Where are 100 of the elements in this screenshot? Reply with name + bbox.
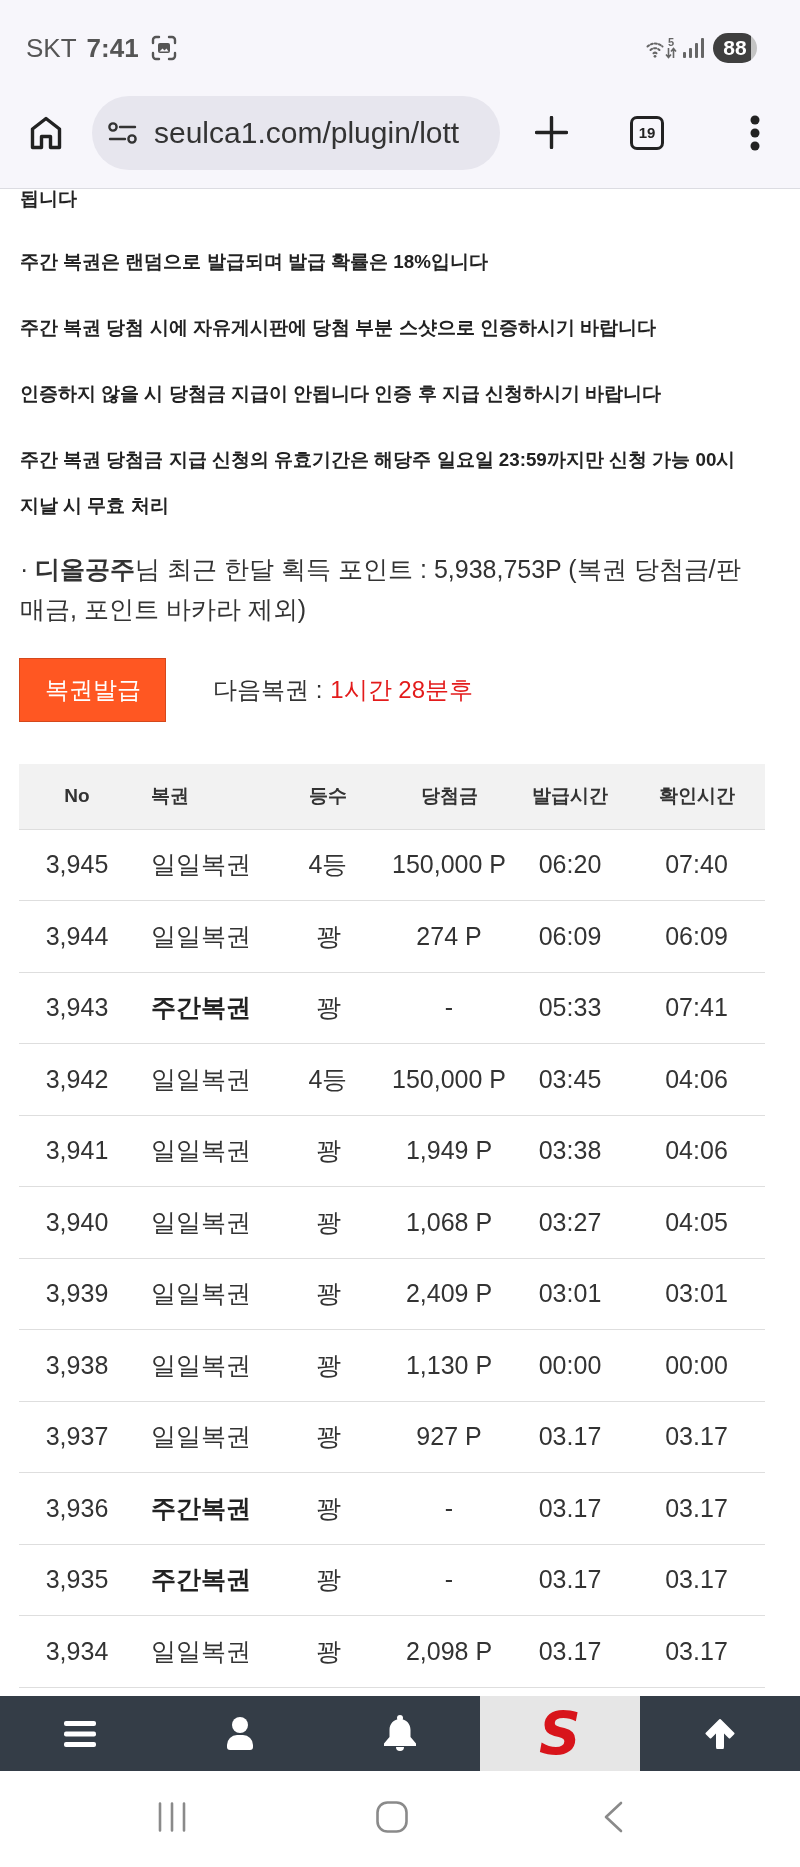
- table-cell: 일일복권: [135, 1258, 270, 1330]
- table-cell: 03:38: [512, 1115, 628, 1187]
- column-header: 당첨금: [386, 764, 512, 829]
- recents-icon[interactable]: [158, 1802, 186, 1832]
- table-cell: 꽝: [270, 1615, 386, 1687]
- next-ticket-label: 다음복권 :: [213, 675, 323, 705]
- table-cell: 150,000 P: [386, 829, 512, 901]
- table-cell: 4등: [270, 829, 386, 901]
- tab-count-button[interactable]: 19: [630, 115, 664, 150]
- table-cell: -: [386, 1472, 512, 1544]
- table-cell: 03.17: [628, 1401, 765, 1473]
- table-cell: 꽝: [270, 1115, 386, 1187]
- table-cell: 3,937: [19, 1401, 135, 1473]
- back-icon[interactable]: [603, 1801, 623, 1833]
- notice-text: 주간 복권 당첨금 지급 신청의 유효기간은 해당주 일요일 23:59까지만 신청 가능 00시 지날 시 무효 처리: [20, 448, 737, 518]
- table-cell: 3,941: [19, 1115, 135, 1187]
- table-cell: 03.17: [512, 1615, 628, 1687]
- table-cell: 꽝: [270, 1544, 386, 1616]
- table-cell: 일일복권: [135, 1115, 270, 1187]
- table-cell: 06:09: [512, 900, 628, 972]
- table-cell: 일일복권: [135, 1401, 270, 1473]
- table-cell: 06:09: [628, 900, 765, 972]
- table-cell: 03:01: [628, 1258, 765, 1330]
- column-header: No: [19, 764, 135, 829]
- table-cell: 03:27: [512, 1186, 628, 1258]
- table-cell: 주간복권: [135, 1544, 270, 1616]
- table-cell: 꽝: [270, 900, 386, 972]
- table-cell: 04:06: [628, 1043, 765, 1115]
- table-cell: 1,068 P: [386, 1186, 512, 1258]
- menu-icon: [64, 1720, 96, 1747]
- more-menu-icon[interactable]: [749, 114, 761, 151]
- table-cell: 꽝: [270, 1472, 386, 1544]
- notifications-button[interactable]: [320, 1696, 480, 1771]
- table-cell: 3,945: [19, 829, 135, 901]
- table-cell: 3,944: [19, 900, 135, 972]
- table-cell: 150,000 P: [386, 1043, 512, 1115]
- address-bar[interactable]: seulca1.com/plugin/lott: [92, 95, 500, 170]
- table-cell: 꽝: [270, 1186, 386, 1258]
- table-cell: 4등: [270, 1043, 386, 1115]
- table-cell: 3,943: [19, 972, 135, 1044]
- table-cell: 3,934: [19, 1615, 135, 1687]
- menu-button[interactable]: [0, 1696, 160, 1771]
- column-header: 복권: [135, 764, 270, 829]
- table-cell: 05:33: [512, 972, 628, 1044]
- table-cell: 06:20: [512, 829, 628, 901]
- table-cell: 03.17: [512, 1472, 628, 1544]
- logo-button[interactable]: S: [480, 1696, 640, 1771]
- table-cell: 꽝: [270, 1329, 386, 1401]
- table-cell: 1,130 P: [386, 1329, 512, 1401]
- table-cell: 3,936: [19, 1472, 135, 1544]
- notice-text: 됩니다: [20, 189, 78, 209]
- table-cell: 927 P: [386, 1401, 512, 1473]
- table-cell: 주간복권: [135, 1472, 270, 1544]
- scroll-top-button[interactable]: [640, 1696, 800, 1771]
- table-cell: 07:41: [628, 972, 765, 1044]
- next-ticket-time: 1시간 28분후: [330, 675, 474, 705]
- table-cell: 일일복권: [135, 829, 270, 901]
- battery-indicator: 88: [713, 32, 757, 63]
- clock-time: 7:41: [86, 34, 139, 61]
- table-cell: 03.17: [628, 1615, 765, 1687]
- table-cell: 일일복권: [135, 1043, 270, 1115]
- up-arrow-icon: [704, 1718, 736, 1749]
- table-cell: -: [386, 972, 512, 1044]
- bell-icon: [383, 1715, 417, 1752]
- carrier-name: SKT: [26, 34, 77, 61]
- table-cell: 일일복권: [135, 1329, 270, 1401]
- network-type-label: 5: [667, 36, 675, 47]
- table-cell: -: [386, 1544, 512, 1616]
- table-cell: 04:06: [628, 1115, 765, 1187]
- plus-icon[interactable]: [535, 116, 568, 149]
- table-cell: 3,938: [19, 1329, 135, 1401]
- table-cell: 00:00: [628, 1329, 765, 1401]
- table-cell: 3,942: [19, 1043, 135, 1115]
- sliders-icon: [108, 121, 137, 144]
- table-cell: 꽝: [270, 972, 386, 1044]
- table-cell: 일일복권: [135, 1186, 270, 1258]
- signal-icon: [683, 37, 704, 58]
- table-cell: 꽝: [270, 1401, 386, 1473]
- table-cell: 3,935: [19, 1544, 135, 1616]
- table-cell: 03:45: [512, 1043, 628, 1115]
- column-header: 확인시간: [628, 764, 765, 829]
- table-cell: 2,409 P: [386, 1258, 512, 1330]
- table-cell: 03.17: [628, 1544, 765, 1616]
- notice-text: 주간 복권은 랜덤으로 발급되며 발급 확률은 18%입니다: [20, 250, 489, 274]
- column-header: 발급시간: [512, 764, 628, 829]
- table-cell: 04:05: [628, 1186, 765, 1258]
- table-cell: 03.17: [628, 1472, 765, 1544]
- table-cell: 3,939: [19, 1258, 135, 1330]
- notice-text: 인증하지 않을 시 당첨금 지급이 안됩니다 인증 후 지급 신청하시기 바랍니다: [20, 382, 663, 406]
- table-cell: 03.17: [512, 1544, 628, 1616]
- table-cell: 274 P: [386, 900, 512, 972]
- table-cell: 03:01: [512, 1258, 628, 1330]
- table-cell: 일일복권: [135, 900, 270, 972]
- screenshot-icon: [150, 34, 177, 61]
- table-cell: 꽝: [270, 1258, 386, 1330]
- home-icon[interactable]: [30, 115, 62, 150]
- table-cell: 3,940: [19, 1186, 135, 1258]
- points-summary: · 디올공주님 최근 한달 획득 포인트 : 5,938,753P (복권 당첨금/판매금, 포인트 바카라 제외): [20, 554, 742, 625]
- column-header: 등수: [270, 764, 386, 829]
- table-cell: 07:40: [628, 829, 765, 901]
